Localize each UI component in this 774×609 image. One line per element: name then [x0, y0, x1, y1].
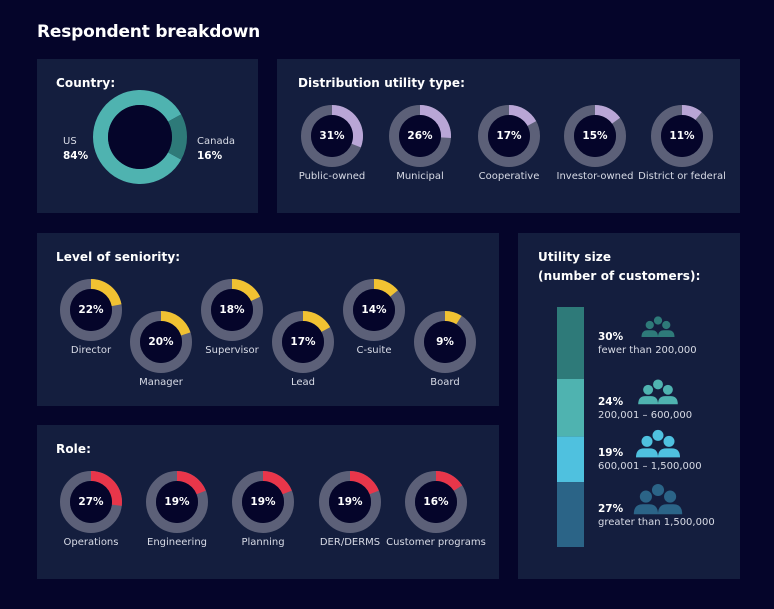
utility-size-bar-segment-1 [557, 307, 584, 379]
role-der-derms-label: DER/DERMS [319, 537, 381, 548]
seniority-c-suite-label: C-suite [356, 345, 392, 356]
utility-type-investor-owned-value: 15% [582, 130, 608, 142]
utility-size-value: 30% [598, 331, 624, 343]
utility-type-municipal-label: Municipal [396, 171, 444, 182]
seniority-supervisor-value: 18% [219, 304, 245, 316]
role-customer-programs-value: 16% [423, 496, 449, 508]
role-planning-label: Planning [241, 537, 285, 548]
role-der-derms-value: 19% [337, 496, 363, 508]
utility-size-bar-segment-3 [557, 436, 584, 483]
seniority-manager-value: 20% [148, 336, 174, 348]
utility-type-investor-owned-label: Investor-owned [556, 171, 634, 182]
utility-size-value: 19% [598, 447, 624, 460]
utility-type-public-owned-label: Public-owned [298, 171, 366, 182]
utility-type-municipal-value: 26% [407, 130, 433, 142]
seniority-lead-value: 17% [290, 336, 316, 348]
utility-size-bar-segment-2 [557, 379, 584, 437]
utility-type-cooperative-label: Cooperative [478, 171, 540, 182]
role-customer-programs-label: Customer programs [386, 537, 486, 548]
utility-size-range: 600,001 – 1,500,000 [598, 461, 702, 473]
role-operations-label: Operations [63, 537, 119, 548]
seniority-lead-label: Lead [290, 377, 316, 388]
seniority-director-label: Director [70, 345, 112, 356]
utility-type-public-owned-value: 31% [319, 130, 345, 142]
seniority-supervisor-label: Supervisor [205, 345, 259, 356]
utility-size-value: 27% [598, 502, 624, 515]
utility-size-range: greater than 1,500,000 [598, 516, 715, 528]
utility-type-district-or-federal-value: 11% [669, 130, 695, 142]
country-hole [108, 105, 172, 169]
role-engineering-value: 19% [164, 496, 190, 508]
role-planning-value: 19% [250, 496, 276, 508]
seniority-board-label: Board [430, 377, 460, 388]
role-operations-value: 27% [78, 496, 104, 508]
role-engineering-label: Engineering [147, 537, 207, 548]
utility-type-cooperative-value: 17% [496, 130, 522, 142]
utility-size-item-3: 19% 600,001 – 1,500,000 [598, 447, 702, 474]
seniority-board-value: 9% [436, 336, 454, 348]
seniority-manager-label: Manager [139, 377, 183, 388]
utility-type-district-or-federal-label: District or federal [638, 171, 726, 182]
utility-size-item-1: 30% fewer than 200,000 [598, 331, 697, 358]
utility-size-item-2: 24% 200,001 – 600,000 [598, 396, 692, 423]
seniority-director-value: 22% [78, 304, 104, 316]
utility-size-bar-segment-4 [557, 482, 584, 547]
seniority-c-suite-value: 14% [361, 304, 387, 316]
utility-size-value: 24% [598, 395, 624, 408]
utility-size-item-4: 27% greater than 1,500,000 [598, 503, 715, 530]
utility-size-range: 200,001 – 600,000 [598, 409, 693, 421]
utility-size-range: fewer than 200,000 [598, 345, 697, 356]
